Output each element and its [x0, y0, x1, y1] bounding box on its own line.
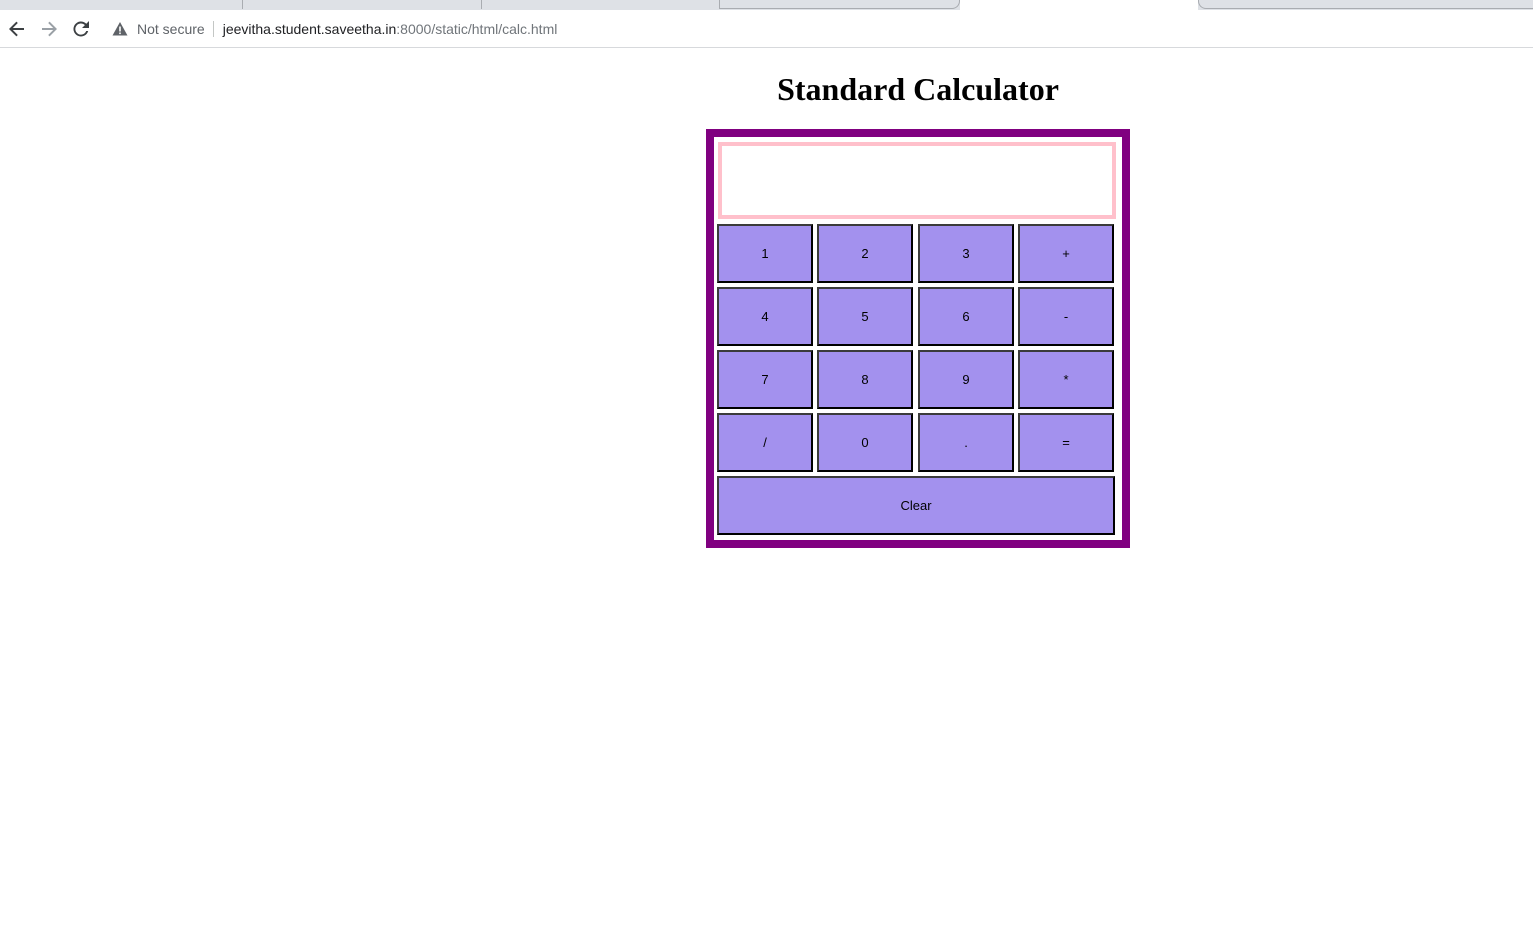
key-minus[interactable]: - [1018, 287, 1114, 346]
warning-icon[interactable] [112, 21, 128, 37]
security-status[interactable]: Not secure [137, 21, 205, 37]
browser-tab[interactable] [0, 0, 243, 9]
key-4[interactable]: 4 [717, 287, 813, 346]
browser-tab[interactable] [720, 0, 960, 9]
page-title: Standard Calculator [777, 71, 1059, 107]
browser-tab[interactable] [243, 0, 482, 9]
back-button[interactable] [5, 17, 29, 41]
calculator-body: 1 2 3 + 4 5 6 - 7 8 9 * / 0 . = Clear [714, 137, 1122, 540]
key-1[interactable]: 1 [717, 224, 813, 283]
reload-icon [73, 21, 89, 37]
clear-button[interactable]: Clear [717, 476, 1115, 535]
key-5[interactable]: 5 [817, 287, 913, 346]
forward-button[interactable] [37, 17, 61, 41]
arrow-left-icon [9, 21, 24, 37]
key-0[interactable]: 0 [817, 413, 913, 472]
key-3[interactable]: 3 [918, 224, 1014, 283]
key-9[interactable]: 9 [918, 350, 1014, 409]
url-host: jeevitha.student.saveetha.in [222, 21, 397, 37]
arrow-right-icon [42, 21, 57, 37]
key-8[interactable]: 8 [817, 350, 913, 409]
browser-tab[interactable] [482, 0, 720, 9]
tab-strip [0, 0, 1533, 14]
key-2[interactable]: 2 [817, 224, 913, 283]
calculator-display[interactable] [718, 142, 1116, 219]
url-path: :8000/static/html/calc.html [396, 21, 558, 37]
key-6[interactable]: 6 [918, 287, 1014, 346]
key-plus[interactable]: + [1018, 224, 1114, 283]
key-decimal[interactable]: . [918, 413, 1014, 472]
reload-button[interactable] [69, 17, 93, 41]
calculator-frame: 1 2 3 + 4 5 6 - 7 8 9 * / 0 . = Clear [706, 129, 1130, 548]
browser-tab[interactable] [1198, 0, 1533, 9]
key-multiply[interactable]: * [1018, 350, 1114, 409]
key-equals[interactable]: = [1018, 413, 1114, 472]
browser-toolbar: Not secure jeevitha.student.saveetha.in:… [0, 10, 1533, 48]
address-bar[interactable]: Not secure jeevitha.student.saveetha.in:… [104, 14, 1524, 44]
key-7[interactable]: 7 [717, 350, 813, 409]
omnibox-divider [212, 21, 214, 37]
key-divide[interactable]: / [717, 413, 813, 472]
